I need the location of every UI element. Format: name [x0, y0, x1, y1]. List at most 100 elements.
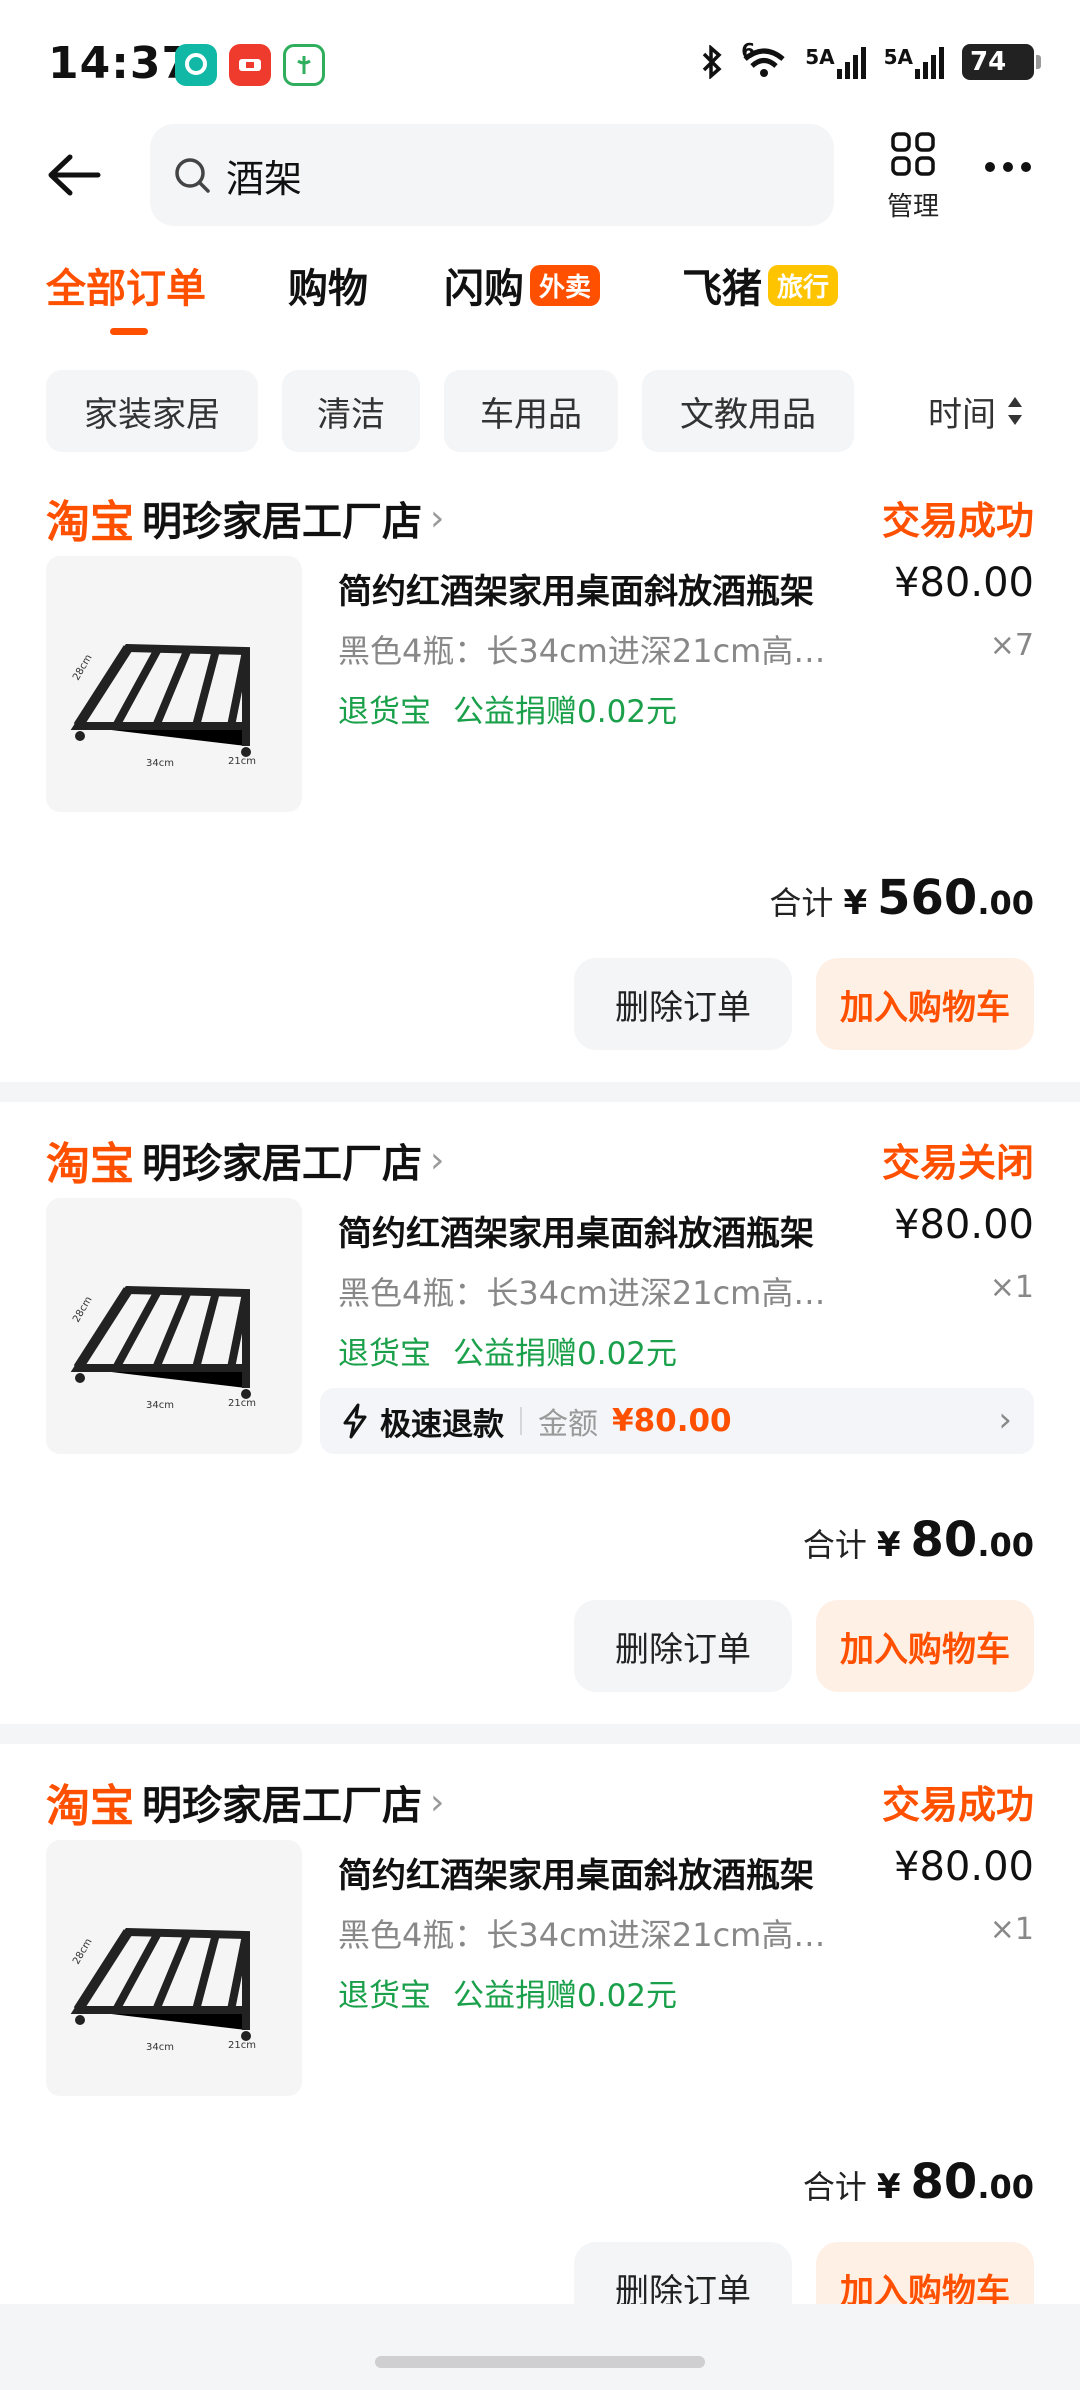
- product-sku: 黑色4瓶：长34cm进深21cm高…: [338, 1916, 826, 1954]
- fast-refund-bar[interactable]: 极速退款 金额 ¥80.00 ›: [320, 1388, 1034, 1454]
- product-sku: 黑色4瓶：长34cm进深21cm高…: [338, 1274, 826, 1312]
- chevron-right-icon: ›: [430, 1139, 445, 1181]
- wifi-label: 6: [741, 39, 756, 63]
- app-notification-icon: [283, 44, 325, 86]
- svg-text:34cm: 34cm: [146, 1400, 174, 1411]
- search-icon: [175, 158, 210, 193]
- battery-icon: 74: [962, 44, 1041, 80]
- notification-icons: [175, 44, 325, 86]
- cell-signal-1: 5A: [805, 45, 866, 79]
- add-to-cart-button[interactable]: 加入购物车: [816, 958, 1034, 1050]
- order-total: 合计 ¥ 80 .00: [803, 1512, 1034, 1568]
- return-insurance-tag: 退货宝: [338, 1978, 431, 2014]
- delete-order-button[interactable]: 删除订单: [574, 1600, 792, 1692]
- delete-order-button[interactable]: 删除订单: [574, 958, 792, 1050]
- refund-amount: ¥80.00: [612, 1403, 732, 1439]
- tab-label: 飞猪: [682, 266, 762, 312]
- svg-text:28cm: 28cm: [71, 1295, 95, 1325]
- order-total: 合计 ¥ 80 .00: [803, 2154, 1034, 2210]
- battery-level: 74: [970, 47, 1007, 77]
- product-price: ¥80.00: [894, 1844, 1034, 1890]
- search-box[interactable]: [150, 124, 834, 226]
- wine-rack-image: 34cm 21cm 28cm: [70, 1285, 256, 1411]
- lightning-icon: [343, 1403, 367, 1439]
- separator: [520, 1407, 522, 1435]
- product-thumbnail[interactable]: 34cm 21cm 28cm: [46, 1840, 302, 2096]
- tab-shopping[interactable]: 购物: [288, 256, 368, 314]
- order-status: 交易成功: [881, 499, 1034, 543]
- product-sku: 黑色4瓶：长34cm进深21cm高…: [338, 632, 826, 670]
- order-card[interactable]: 淘宝 明珍家居工厂店 › 交易成功 34cm 21cm 28cm 简约红酒架家用…: [0, 486, 1080, 1066]
- product-title[interactable]: 简约红酒架家用桌面斜放酒瓶架: [338, 1206, 814, 1255]
- service-tags: 退货宝 公益捐赠0.02元: [338, 1328, 677, 1373]
- manage-label: 管理: [886, 192, 939, 222]
- product-thumbnail[interactable]: 34cm 21cm 28cm: [46, 1198, 302, 1454]
- svg-text:28cm: 28cm: [71, 653, 95, 683]
- time-sort-button[interactable]: 时间: [928, 370, 1024, 452]
- svg-text:21cm: 21cm: [228, 2040, 256, 2051]
- svg-text:28cm: 28cm: [71, 1937, 95, 1967]
- tab-fliggy[interactable]: 飞猪 旅行: [682, 256, 839, 314]
- svg-text:34cm: 34cm: [146, 2042, 174, 2053]
- grid-icon: [891, 132, 935, 176]
- total-amount: 80: [910, 2154, 978, 2210]
- filter-chip[interactable]: 文教用品: [642, 370, 854, 452]
- filter-chip[interactable]: 车用品: [444, 370, 618, 452]
- network-type-label: 5A: [883, 45, 913, 69]
- signal-bars-icon: [836, 45, 866, 79]
- card-divider: [0, 1724, 1080, 1744]
- return-insurance-tag: 退货宝: [338, 1336, 431, 1372]
- taobao-brand-label: 淘宝: [46, 1139, 134, 1190]
- total-currency: ¥: [876, 2167, 901, 2207]
- network-type-label: 5A: [805, 45, 835, 69]
- order-card[interactable]: 淘宝 明珍家居工厂店 › 交易成功 34cm 21cm 28cm 简约红酒架家用…: [0, 1770, 1080, 2334]
- wine-rack-image: 34cm 21cm 28cm: [70, 643, 256, 769]
- service-tags: 退货宝 公益捐赠0.02元: [338, 1970, 677, 2015]
- more-options-icon[interactable]: [985, 162, 1031, 172]
- total-label: 合计: [769, 884, 834, 922]
- back-arrow-icon[interactable]: [46, 152, 102, 198]
- manage-button[interactable]: 管理: [880, 130, 946, 223]
- shop-row[interactable]: 淘宝 明珍家居工厂店 ›: [46, 486, 444, 550]
- shop-name: 明珍家居工厂店: [142, 1783, 422, 1829]
- navigation-bar: [0, 2304, 1080, 2390]
- active-tab-indicator: [110, 328, 148, 335]
- tab-label: 全部订单: [46, 266, 206, 312]
- svg-text:21cm: 21cm: [228, 756, 256, 767]
- product-title[interactable]: 简约红酒架家用桌面斜放酒瓶架: [338, 1848, 814, 1897]
- tab-badge-takeout: 外卖: [530, 264, 601, 306]
- total-decimal: .00: [977, 1526, 1034, 1564]
- order-total: 合计 ¥ 560 .00: [769, 870, 1034, 926]
- order-status: 交易成功: [881, 1783, 1034, 1827]
- shop-row[interactable]: 淘宝 明珍家居工厂店 ›: [46, 1128, 444, 1192]
- charity-donation-tag: 公益捐赠0.02元: [453, 694, 678, 730]
- total-amount: 560: [877, 870, 978, 926]
- cell-signal-2: 5A: [884, 45, 944, 79]
- home-indicator[interactable]: [375, 2356, 705, 2368]
- category-filter-bar: 家装家居 清洁 车用品 文教用品 时间: [46, 370, 1046, 452]
- add-to-cart-button[interactable]: 加入购物车: [816, 1600, 1034, 1692]
- taobao-brand-label: 淘宝: [46, 497, 134, 548]
- total-decimal: .00: [977, 884, 1034, 922]
- tab-all-orders[interactable]: 全部订单: [46, 256, 206, 314]
- service-tags: 退货宝 公益捐赠0.02元: [338, 686, 677, 731]
- fast-refund-label: 极速退款: [380, 1406, 504, 1443]
- tab-badge-travel: 旅行: [768, 264, 839, 306]
- chevron-right-icon: ›: [998, 1400, 1012, 1440]
- filter-chip[interactable]: 家装家居: [46, 370, 258, 452]
- return-insurance-tag: 退货宝: [338, 694, 431, 730]
- shop-row[interactable]: 淘宝 明珍家居工厂店 ›: [46, 1770, 444, 1834]
- product-thumbnail[interactable]: 34cm 21cm 28cm: [46, 556, 302, 812]
- total-amount: 80: [910, 1512, 978, 1568]
- tab-flash-buy[interactable]: 闪购 外卖: [444, 256, 601, 314]
- order-card[interactable]: 淘宝 明珍家居工厂店 › 交易关闭 34cm 21cm 28cm 简约红酒架家用…: [0, 1128, 1080, 1708]
- wifi-icon: 6: [741, 39, 787, 79]
- search-header: 管理: [0, 120, 1080, 230]
- svg-text:34cm: 34cm: [146, 758, 174, 769]
- status-time: 14:37: [48, 38, 194, 89]
- search-input[interactable]: [226, 153, 726, 197]
- wine-rack-image: 34cm 21cm 28cm: [70, 1927, 256, 2053]
- filter-chip[interactable]: 清洁: [282, 370, 420, 452]
- product-title[interactable]: 简约红酒架家用桌面斜放酒瓶架: [338, 564, 814, 613]
- sort-arrows-icon: [1008, 397, 1022, 425]
